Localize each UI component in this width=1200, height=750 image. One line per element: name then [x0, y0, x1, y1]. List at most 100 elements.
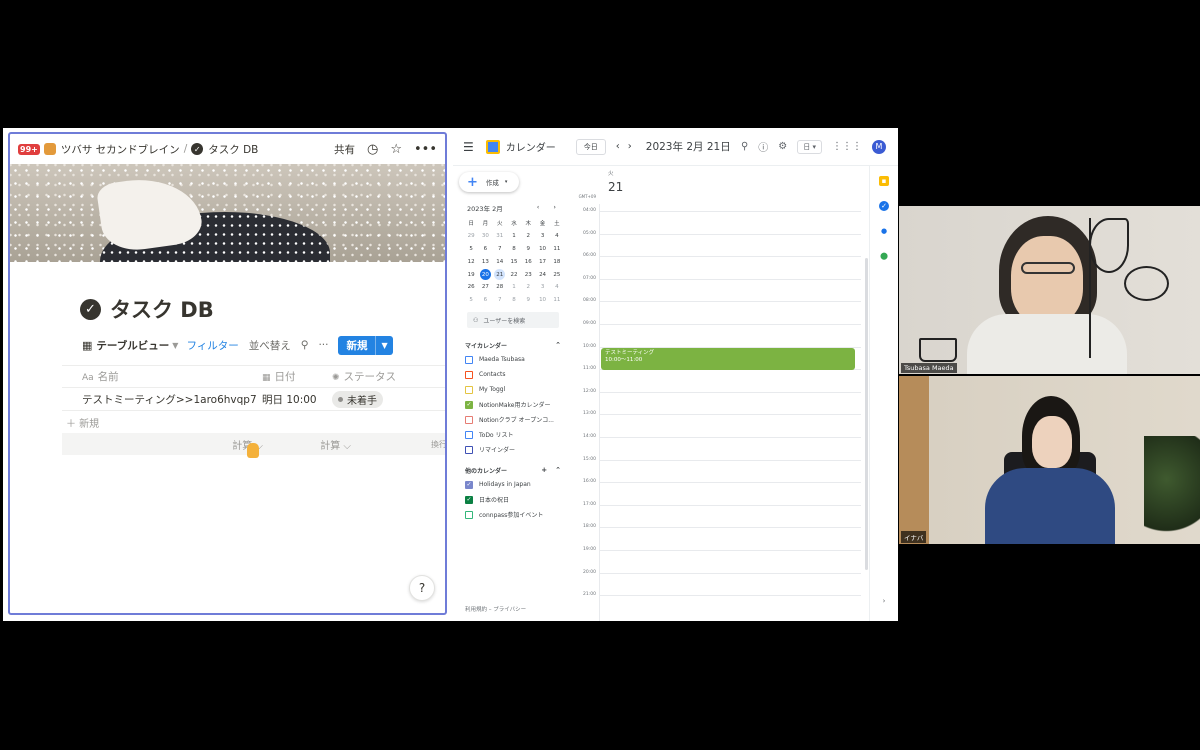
maps-icon[interactable]: ⬤	[879, 251, 889, 261]
hour-gridline[interactable]	[599, 233, 861, 235]
page-check-icon[interactable]: ✓	[80, 298, 101, 320]
add-row-button[interactable]: ＋ 新規	[62, 411, 445, 433]
mini-day[interactable]: 15	[507, 255, 521, 268]
next-icon[interactable]: ›	[628, 141, 632, 152]
mini-day[interactable]: 2	[521, 281, 535, 294]
mini-day[interactable]: 1	[507, 281, 521, 294]
footer-links[interactable]: 利用規約 – プライバシー	[465, 605, 526, 613]
mini-day[interactable]: 4	[550, 281, 564, 294]
mini-day[interactable]: 9	[521, 243, 535, 256]
hour-gridline[interactable]	[599, 414, 861, 416]
page-title[interactable]: ✓ タスク DB	[80, 294, 214, 324]
mini-day[interactable]: 7	[493, 294, 507, 307]
mini-day[interactable]: 13	[478, 255, 492, 268]
plus-icon[interactable]: +	[541, 466, 547, 474]
checkbox-icon[interactable]	[465, 445, 473, 454]
scrollbar[interactable]	[865, 258, 868, 570]
hour-gridline[interactable]	[599, 324, 861, 325]
chevron-down-icon[interactable]: ▼	[172, 341, 178, 350]
calendar-list-item[interactable]: リマインダー	[465, 442, 561, 457]
hour-gridline[interactable]	[599, 391, 861, 393]
hour-gridline[interactable]	[599, 572, 861, 574]
contacts-icon[interactable]: ●	[879, 226, 889, 236]
chevron-up-icon[interactable]: ⌃	[555, 341, 561, 349]
breadcrumb-page[interactable]: タスク DB	[208, 142, 258, 157]
column-header-status[interactable]: ✺ ステータス	[327, 369, 445, 384]
column-header-name[interactable]: Aa 名前	[62, 369, 257, 384]
hour-gridline[interactable]	[599, 459, 861, 461]
calendar-list-item[interactable]: connpass参加イベント	[465, 507, 561, 522]
star-icon[interactable]: ☆	[390, 142, 402, 157]
view-selector[interactable]: テーブルビュー	[96, 338, 169, 353]
mini-day[interactable]: 11	[550, 294, 564, 307]
mini-day[interactable]: 8	[507, 243, 521, 256]
hour-gridline[interactable]	[599, 278, 861, 280]
clock-icon[interactable]: ◷	[367, 142, 378, 157]
mini-day[interactable]: 24	[535, 268, 549, 281]
mini-day[interactable]: 21	[494, 269, 506, 281]
new-button[interactable]: 新規 ▼	[338, 335, 393, 355]
hour-gridline[interactable]	[599, 211, 861, 212]
keep-icon[interactable]: ▪	[879, 176, 889, 186]
hour-gridline[interactable]	[599, 301, 861, 303]
checkbox-icon[interactable]	[465, 355, 473, 364]
mini-nav-icon[interactable]: ‹ ›	[537, 203, 562, 213]
table-row[interactable]: テストミーティング>>1aro6hvqp76a2k4c 明日 10:00 未着手	[62, 388, 445, 411]
checkbox-icon[interactable]	[465, 510, 473, 519]
checkbox-checked-icon[interactable]: ✓	[465, 495, 473, 504]
checkbox-icon[interactable]	[465, 385, 473, 394]
sort-button[interactable]: 並べ替え	[249, 338, 291, 353]
calendar-list-item[interactable]: Contacts	[465, 367, 561, 382]
checkbox-icon[interactable]	[465, 370, 473, 379]
chevron-down-icon[interactable]: ▼	[375, 335, 392, 355]
hour-gridline[interactable]	[599, 550, 861, 551]
mini-day[interactable]: 8	[507, 294, 521, 307]
calc-date[interactable]: 計算 ⌵	[267, 437, 357, 452]
more-options-button[interactable]: ···	[318, 339, 328, 351]
hour-gridline[interactable]	[599, 527, 861, 529]
mini-day[interactable]: 5	[464, 243, 478, 256]
checkbox-checked-icon[interactable]: ✓	[465, 480, 473, 489]
mini-day[interactable]: 3	[535, 230, 549, 243]
hour-gridline[interactable]	[599, 504, 861, 506]
hour-gridline[interactable]	[599, 256, 861, 258]
expand-panel-icon[interactable]: ›	[879, 596, 889, 606]
filter-button[interactable]: フィルター	[186, 338, 238, 353]
calendar-list-item[interactable]: ✓ Holidays in Japan	[465, 477, 561, 492]
mini-day[interactable]: 20	[479, 269, 491, 281]
mini-day[interactable]: 18	[550, 255, 564, 268]
hour-gridline[interactable]	[599, 595, 861, 597]
calendar-list-item[interactable]: Maeda Tsubasa	[465, 352, 561, 367]
mini-day[interactable]: 6	[478, 243, 492, 256]
checkbox-icon[interactable]	[465, 415, 473, 424]
calendar-list-item[interactable]: My Toggl	[465, 382, 561, 397]
mini-day[interactable]: 22	[507, 268, 521, 281]
avatar[interactable]: M	[872, 139, 886, 154]
calendar-list-item[interactable]: ✓ 日本の祝日	[465, 492, 561, 507]
hour-gridline[interactable]	[599, 437, 861, 438]
day-number[interactable]: 21	[608, 180, 623, 194]
calc-name[interactable]: 計算 ⌵	[62, 437, 267, 452]
calendar-event[interactable]: テストミーティング 10:00～11:00	[601, 347, 855, 370]
mini-day[interactable]: 14	[493, 255, 507, 268]
notification-badge[interactable]: 99+	[18, 143, 40, 155]
hour-gridline[interactable]	[599, 482, 861, 484]
prev-icon[interactable]: ‹	[616, 141, 620, 152]
calendar-list-item[interactable]: ToDo リスト	[465, 427, 561, 442]
gear-icon[interactable]: ⚙	[778, 141, 787, 152]
mini-day[interactable]: 30	[478, 230, 492, 243]
calc-status[interactable]: 換行	[357, 439, 445, 450]
column-header-date[interactable]: ▦ 日付	[257, 369, 327, 384]
mini-day[interactable]: 23	[521, 268, 535, 281]
search-icon[interactable]: ⚲	[741, 141, 748, 152]
search-icon[interactable]: ⚲	[301, 339, 309, 351]
mini-day[interactable]: 10	[535, 243, 549, 256]
mini-day[interactable]: 26	[464, 281, 478, 294]
other-calendars-header[interactable]: 他のカレンダー + ⌃	[465, 463, 561, 477]
mini-day[interactable]: 2	[521, 230, 535, 243]
help-icon[interactable]: ⓘ	[758, 139, 768, 154]
mini-day[interactable]: 5	[464, 294, 478, 307]
help-button[interactable]: ?	[409, 575, 435, 601]
mini-day[interactable]: 16	[521, 255, 535, 268]
chevron-up-icon[interactable]: ⌃	[555, 466, 561, 474]
